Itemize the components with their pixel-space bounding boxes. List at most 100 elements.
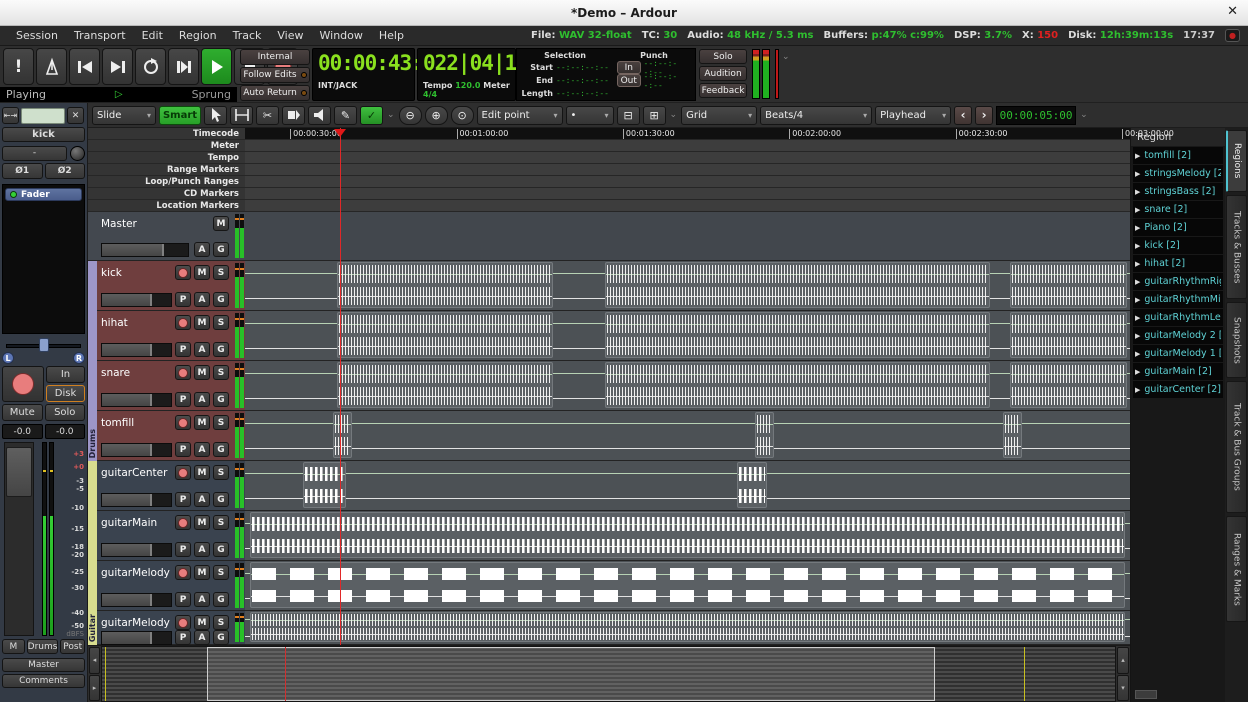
track-record-enable-button[interactable]	[175, 315, 191, 330]
menu-window[interactable]: Window	[312, 29, 371, 42]
audio-region[interactable]	[605, 262, 990, 308]
menu-region[interactable]: Region	[171, 29, 225, 42]
solo-global-button[interactable]: Solo	[699, 49, 747, 64]
ruler-canvas[interactable]	[245, 188, 1130, 199]
cut-tool-icon[interactable]: ✂	[256, 106, 279, 125]
zoom-fit-icon[interactable]: ⊙	[451, 106, 474, 125]
menu-edit[interactable]: Edit	[134, 29, 171, 42]
play-button[interactable]	[201, 48, 232, 85]
track-record-enable-button[interactable]	[175, 365, 191, 380]
ruler-canvas[interactable]	[245, 164, 1130, 175]
expander-icon[interactable]: ▶	[1135, 188, 1140, 196]
group-button[interactable]: Drums	[27, 639, 59, 654]
track-header[interactable]: guitarMelody 2MSPAG	[88, 611, 233, 644]
feedback-button[interactable]: Feedback	[699, 83, 747, 98]
track-mute-button[interactable]: M	[194, 565, 210, 580]
comments-button[interactable]: Comments	[2, 674, 85, 688]
track-playlist-button[interactable]: P	[175, 442, 191, 457]
expander-icon[interactable]: ▶	[1135, 296, 1140, 304]
region-list-item[interactable]: ▶hihat [2]	[1133, 255, 1223, 272]
expander-icon[interactable]: ▶	[1135, 368, 1140, 376]
trim-knob[interactable]	[70, 146, 85, 161]
track-automation-button[interactable]: A	[194, 592, 210, 607]
track-playlist-button[interactable]: P	[175, 392, 191, 407]
grab-tool-button[interactable]	[204, 106, 227, 125]
expander-icon[interactable]: ▶	[1135, 242, 1140, 250]
note-division-combo[interactable]: •▾	[566, 106, 614, 125]
summary-scroll-right-icon[interactable]: ▸	[89, 675, 100, 702]
track-mute-button[interactable]: M	[194, 315, 210, 330]
track-group-button[interactable]: G	[213, 630, 229, 645]
expander-icon[interactable]: ▶	[1135, 152, 1140, 160]
solo-button[interactable]: Solo	[45, 404, 86, 421]
edit-point-combo[interactable]: Edit point▾	[477, 106, 563, 125]
audio-region[interactable]	[1010, 262, 1128, 308]
track-header[interactable]: guitarMelody 1MSPAG	[88, 561, 233, 610]
track-record-enable-button[interactable]	[175, 565, 191, 580]
track-canvas[interactable]	[245, 461, 1130, 510]
track-gain-fader[interactable]	[101, 493, 172, 507]
track-canvas[interactable]	[245, 311, 1130, 360]
expander-icon[interactable]: ▶	[1135, 170, 1140, 178]
track-mute-button[interactable]: M	[194, 265, 210, 280]
phase-invert-1-button[interactable]: Ø1	[2, 163, 43, 179]
side-tab-track-bus-groups[interactable]: Track & Bus Groups	[1226, 381, 1247, 513]
summary-viewport[interactable]	[207, 647, 934, 701]
phase-invert-2-button[interactable]: Ø2	[45, 163, 86, 179]
track-record-enable-button[interactable]	[175, 515, 191, 530]
region-list-item[interactable]: ▶kick [2]	[1133, 237, 1223, 254]
sync-source-button[interactable]: Internal	[240, 49, 310, 65]
expander-icon[interactable]: ▶	[1135, 260, 1140, 268]
ruler-canvas[interactable]	[245, 140, 1130, 151]
expander-icon[interactable]: ▶	[1135, 224, 1140, 232]
summary-scroll-left-icon[interactable]: ◂	[89, 647, 100, 674]
regions-panel-scrollbar[interactable]	[1135, 690, 1157, 699]
track-canvas[interactable]	[245, 411, 1130, 460]
track-record-enable-button[interactable]	[175, 465, 191, 480]
track-canvas[interactable]	[245, 511, 1130, 560]
track-group-button[interactable]: G	[213, 242, 229, 257]
track-playlist-button[interactable]: P	[175, 342, 191, 357]
rulers[interactable]: Timecode00:00:30:0000:01:00:0000:01:30:0…	[88, 128, 1130, 212]
track-group-button[interactable]: G	[213, 542, 229, 557]
expander-icon[interactable]: ▶	[1135, 332, 1140, 340]
track-playlist-button[interactable]: P	[175, 292, 191, 307]
peak-display[interactable]: -0.0	[45, 424, 86, 439]
summary-scroll-down-icon[interactable]: ▾	[1117, 675, 1129, 702]
selection-length-value[interactable]: --:--:--:--	[556, 89, 609, 98]
region-list-item[interactable]: ▶guitarRhythmMiddle [2]	[1133, 291, 1223, 308]
track-mute-button[interactable]: M	[194, 515, 210, 530]
audio-region[interactable]	[1003, 412, 1022, 458]
track-mute-button[interactable]: M	[213, 216, 229, 231]
menu-transport[interactable]: Transport	[66, 29, 134, 42]
track-solo-button[interactable]: S	[213, 565, 229, 580]
track-name[interactable]: snare	[101, 367, 172, 379]
tools-chevron-icon[interactable]: ⌄	[386, 110, 396, 120]
audio-region[interactable]	[337, 362, 553, 408]
menu-help[interactable]: Help	[371, 29, 412, 42]
narrow-strip-icon[interactable]: ⇤⇥	[2, 107, 19, 124]
ruler-canvas[interactable]: 00:00:30:0000:01:00:0000:01:30:0000:02:0…	[245, 128, 1130, 139]
expander-icon[interactable]: ▶	[1135, 314, 1140, 322]
nudge-chevron-icon[interactable]: ⌄	[1079, 110, 1089, 120]
track-canvas[interactable]	[245, 361, 1130, 410]
track-header[interactable]: guitarCenterMSPAG	[88, 461, 233, 510]
track-playlist-button[interactable]: P	[175, 630, 191, 645]
record-enable-button[interactable]	[2, 366, 44, 402]
play-range-button[interactable]	[168, 48, 199, 85]
track-group-button[interactable]: G	[213, 592, 229, 607]
ruler-canvas[interactable]	[245, 176, 1130, 187]
audio-region[interactable]	[737, 462, 767, 508]
track-header[interactable]: kickMSPAG	[88, 261, 233, 310]
metronome-button[interactable]	[36, 48, 67, 85]
ruler-row-tempo[interactable]: Tempo	[88, 152, 1130, 164]
hide-mixer-icon[interactable]: ✕	[67, 107, 84, 124]
track-automation-button[interactable]: A	[194, 492, 210, 507]
audio-region[interactable]	[605, 362, 990, 408]
midi-panic-button[interactable]: !	[3, 48, 34, 85]
track-solo-button[interactable]: S	[213, 365, 229, 380]
track-solo-button[interactable]: S	[213, 415, 229, 430]
ruler-canvas[interactable]	[245, 200, 1130, 211]
track-name[interactable]: guitarCenter	[101, 467, 172, 479]
playhead-marker-icon[interactable]	[334, 129, 346, 143]
